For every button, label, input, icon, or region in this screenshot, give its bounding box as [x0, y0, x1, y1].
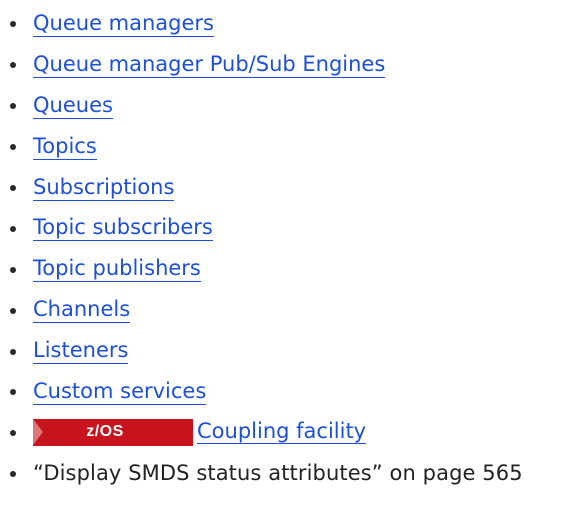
- bullet-icon: [10, 471, 16, 478]
- link-queue-manager-pubsub-engines[interactable]: Queue manager Pub/Sub Engines: [33, 51, 386, 78]
- bullet-icon: [10, 389, 16, 396]
- link-topics[interactable]: Topics: [33, 133, 97, 160]
- bullet-icon: [10, 103, 16, 110]
- zos-badge: z/OS: [33, 418, 193, 446]
- link-topic-subscribers[interactable]: Topic subscribers: [33, 215, 213, 242]
- bullet-icon: [10, 144, 16, 151]
- list-item: Queue manager Pub/Sub Engines: [0, 44, 581, 85]
- bullet-icon: [10, 21, 16, 28]
- link-channels[interactable]: Channels: [33, 297, 131, 324]
- bullet-icon: [10, 307, 16, 314]
- link-queue-managers[interactable]: Queue managers: [33, 10, 214, 37]
- list-item: “Display SMDS status attributes” on page…: [0, 453, 581, 494]
- link-topic-publishers[interactable]: Topic publishers: [33, 256, 201, 283]
- list-item: z/OS Coupling facility: [0, 412, 581, 453]
- link-queues[interactable]: Queues: [33, 92, 113, 119]
- zos-badge-label: z/OS: [86, 423, 124, 441]
- list-item: Queues: [0, 85, 581, 126]
- list-item: Queue managers: [0, 3, 581, 44]
- link-custom-services[interactable]: Custom services: [33, 378, 207, 405]
- link-subscriptions[interactable]: Subscriptions: [33, 174, 175, 201]
- bullet-icon: [10, 430, 16, 437]
- list-item: Topics: [0, 126, 581, 167]
- list-item: Channels: [0, 289, 581, 330]
- badge-arrow-icon: [33, 418, 43, 445]
- bullet-icon: [10, 62, 16, 69]
- bullet-icon: [10, 348, 16, 355]
- link-listeners[interactable]: Listeners: [33, 338, 129, 365]
- list-item: Subscriptions: [0, 167, 581, 208]
- topic-list: Queue managers Queue manager Pub/Sub Eng…: [0, 3, 581, 494]
- list-item: Listeners: [0, 330, 581, 371]
- bullet-icon: [10, 225, 16, 232]
- cross-reference-text: “Display SMDS status attributes” on page…: [33, 460, 523, 485]
- list-item: Topic subscribers: [0, 207, 581, 248]
- list-item: Topic publishers: [0, 248, 581, 289]
- list-item: Custom services: [0, 371, 581, 412]
- link-coupling-facility[interactable]: Coupling facility: [197, 420, 367, 444]
- bullet-icon: [10, 266, 16, 273]
- bullet-icon: [10, 185, 16, 191]
